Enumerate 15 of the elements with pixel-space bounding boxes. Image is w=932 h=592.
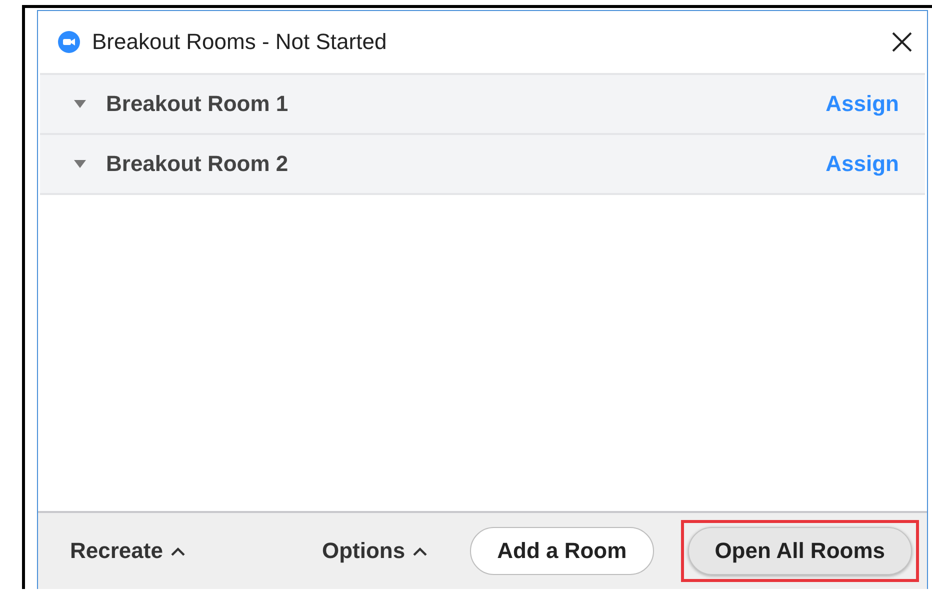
room-button[interactable]: Open All Rooms xyxy=(688,527,912,575)
recreate-menu[interactable]: Recreate xyxy=(70,538,185,564)
close-icon[interactable] xyxy=(891,31,913,53)
triangle-icon[interactable] xyxy=(74,100,86,108)
room-name: Breakout Room 2 xyxy=(106,151,290,177)
room-button[interactable]: Add a Room xyxy=(470,527,654,575)
window-title: Breakout Rooms - Not Started xyxy=(92,29,388,55)
room-name: Breakout Room 1 xyxy=(106,91,290,117)
room-row[interactable]: Breakout Room 1 Assign xyxy=(40,73,925,133)
room-row[interactable]: Breakout Room 2 Assign xyxy=(40,133,925,195)
options-menu[interactable]: Options xyxy=(322,538,428,564)
triangle-icon[interactable] xyxy=(74,160,86,168)
caret-icon xyxy=(413,546,428,556)
caret-icon xyxy=(170,546,185,556)
camera-logo-icon xyxy=(58,31,80,53)
